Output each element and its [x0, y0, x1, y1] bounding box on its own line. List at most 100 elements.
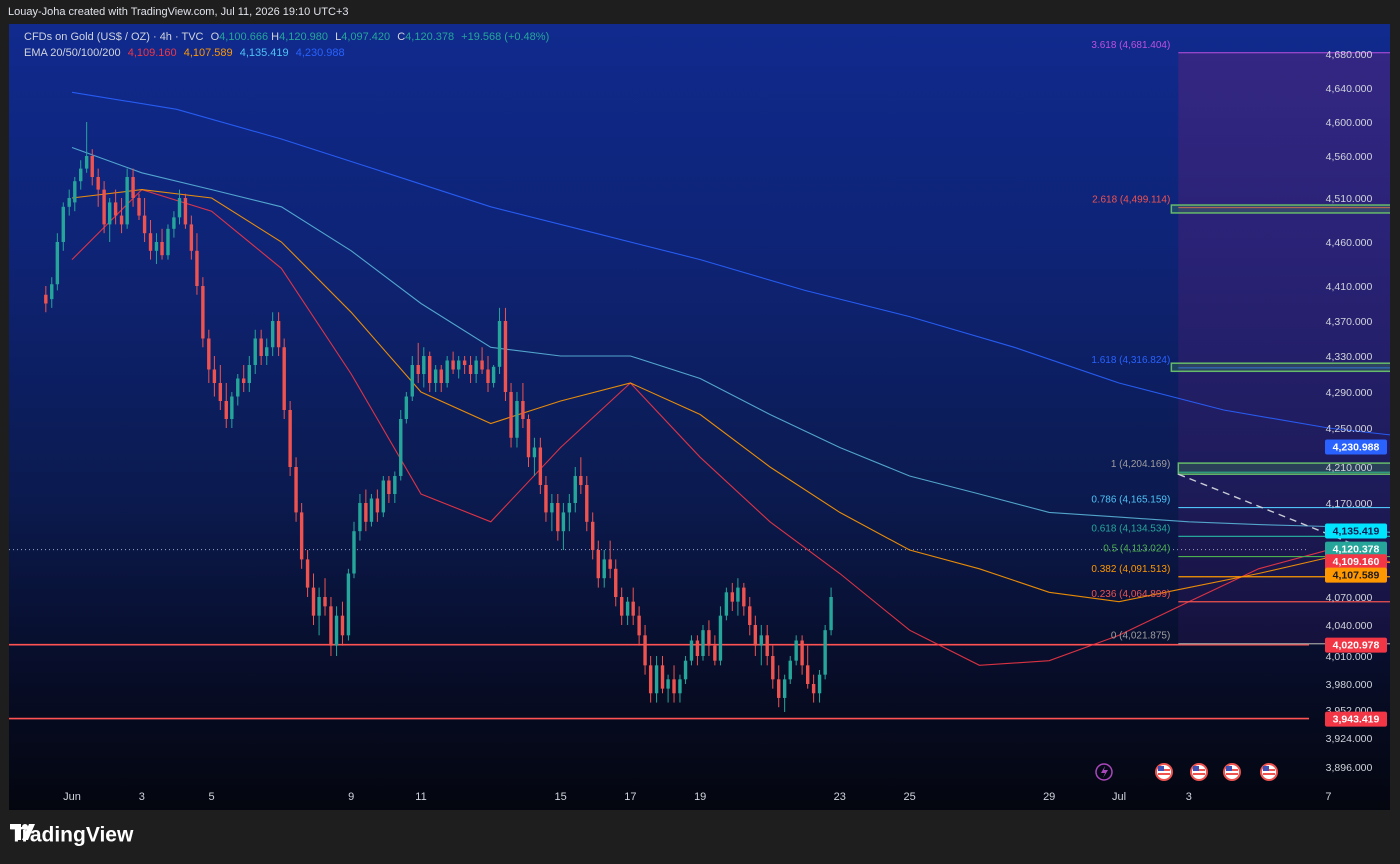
- candle-body: [346, 573, 351, 636]
- candle-body: [265, 347, 269, 356]
- candle-body: [137, 198, 141, 216]
- candle-body: [585, 485, 589, 522]
- candle-body: [451, 360, 455, 370]
- candle-body: [236, 378, 240, 397]
- candle-body: [177, 198, 182, 218]
- candle-body: [788, 660, 792, 680]
- candle-body: [648, 665, 653, 694]
- flag-icon-stripe: [1158, 773, 1170, 775]
- time-axis-label: 29: [1043, 791, 1055, 803]
- symbol-legend[interactable]: CFDs on Gold (US$ / OZ) · 4h · TVC O4,10…: [24, 31, 553, 43]
- candle-body: [480, 360, 484, 370]
- close-value: 4,120.378: [405, 31, 455, 43]
- flag-icon-stripe: [1263, 773, 1275, 775]
- candle-body: [631, 601, 635, 616]
- price-axis-label: 3,924.000: [1326, 733, 1373, 745]
- credit-text: Louay-Joha created with TradingView.com,…: [8, 6, 349, 18]
- flag-icon-canton: [1263, 766, 1269, 771]
- candle-body: [282, 347, 286, 410]
- footer: TradingView: [0, 810, 1400, 864]
- candle-body: [468, 365, 473, 374]
- candle-body: [247, 365, 251, 383]
- time-axis-label: 5: [209, 791, 215, 803]
- candle-body: [107, 202, 112, 225]
- price-axis-label: 4,250.000: [1326, 423, 1373, 435]
- price-axis-label: 4,040.000: [1326, 620, 1373, 632]
- candle-body: [148, 233, 153, 251]
- candle-body: [497, 321, 502, 367]
- price-tag: 4,135.419: [1325, 523, 1387, 539]
- price-tag-label: 4,020.978: [1333, 640, 1380, 652]
- candle-body: [44, 294, 48, 304]
- candle-body: [119, 215, 124, 225]
- candle-body: [323, 597, 327, 607]
- candlestick-chart[interactable]: 3.618 (4,681.404) 2.618 (4,499.114) 1.618 …: [9, 24, 1390, 810]
- price-axis-label: 4,680.000: [1326, 49, 1373, 61]
- candle-body: [672, 679, 676, 694]
- candle-body: [299, 512, 304, 560]
- candle-body: [817, 674, 822, 694]
- time-axis-label: 3: [139, 791, 145, 803]
- candle-body: [695, 640, 700, 656]
- candle-body: [79, 168, 83, 182]
- time-axis-label: 3: [1186, 791, 1192, 803]
- candle-body: [189, 224, 194, 251]
- candle-body: [334, 615, 339, 646]
- candle-body: [678, 679, 682, 694]
- candle-body: [102, 189, 106, 225]
- price-axis-label: 3,980.000: [1326, 679, 1373, 691]
- candle-body: [765, 635, 769, 656]
- candle-body: [771, 656, 775, 680]
- price-axis-label: 4,170.000: [1326, 498, 1373, 510]
- low-value: 4,097.420: [341, 31, 391, 43]
- fib-level-label: 0 (4,021.875): [1111, 631, 1171, 642]
- candle-body: [521, 401, 525, 419]
- time-axis-label: Jul: [1112, 791, 1126, 803]
- candle-body: [748, 606, 752, 625]
- candle-body: [311, 587, 316, 616]
- chart-frame[interactable]: 3.618 (4,681.404) 2.618 (4,499.114) 1.618 …: [9, 24, 1390, 810]
- price-axis-label: 4,070.000: [1326, 592, 1373, 604]
- candle-body: [608, 559, 612, 569]
- candle-body: [381, 480, 386, 513]
- candle-body: [759, 635, 763, 646]
- candle-body: [800, 640, 804, 666]
- fib-level-label: 1.618 (4,316.824): [1091, 355, 1170, 366]
- us-economic-event-icon: [1190, 763, 1208, 781]
- candle-body: [591, 521, 595, 550]
- ema50-value: 4,107.589: [183, 47, 233, 59]
- candle-body: [573, 476, 577, 503]
- candle-body: [90, 156, 94, 177]
- candle-body: [393, 476, 397, 494]
- us-economic-event-icon: [1223, 763, 1241, 781]
- candle-body: [329, 606, 333, 646]
- target-zone: [1170, 204, 1390, 214]
- price-tag: 4,230.988: [1325, 439, 1387, 455]
- fib-level-label: 0.786 (4,165.159): [1091, 495, 1170, 506]
- candle-body: [259, 338, 263, 356]
- candle-body: [399, 419, 403, 476]
- candle-body: [160, 242, 164, 256]
- candle-body: [602, 559, 606, 579]
- candle-body: [707, 630, 711, 646]
- candle-body: [561, 512, 566, 532]
- ema-legend[interactable]: EMA 20/50/100/200 4,109.160 4,107.589 4,…: [24, 47, 349, 59]
- candle-body: [131, 177, 135, 198]
- candle-body: [270, 321, 275, 348]
- candle-body: [305, 559, 310, 588]
- flag-icon-canton: [1158, 766, 1164, 771]
- chart-credit-bar: Louay-Joha created with TradingView.com,…: [0, 0, 1400, 24]
- price-axis-label: 4,510.000: [1326, 193, 1373, 205]
- tradingview-logo: TradingView: [10, 823, 134, 847]
- us-economic-event-icon: [1260, 763, 1278, 781]
- candle-body: [352, 531, 356, 574]
- fib-level-label: 2.618 (4,499.114): [1092, 195, 1170, 206]
- fib-level-label: 0.5 (4,113.024): [1103, 544, 1170, 555]
- target-zone: [1170, 362, 1390, 373]
- candle-body: [713, 645, 717, 661]
- fib-level-label: 0.236 (4,064.899): [1091, 589, 1170, 600]
- high-label: H: [271, 31, 280, 43]
- candle-body: [358, 503, 362, 532]
- candle-body: [742, 587, 746, 607]
- candle-body: [50, 284, 54, 300]
